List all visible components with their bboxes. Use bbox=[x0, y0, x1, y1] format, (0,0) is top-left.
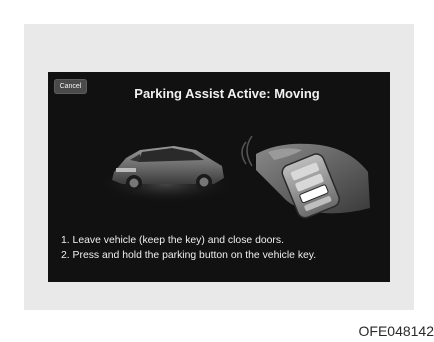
instruction-step-1: 1. Leave vehicle (keep the key) and clos… bbox=[61, 235, 284, 246]
screen-title: Parking Assist Active: Moving bbox=[134, 86, 320, 101]
signal-waves-icon bbox=[241, 135, 253, 167]
car-and-remote-key-illustration bbox=[96, 135, 370, 219]
instruction-list: 1. Leave vehicle (keep the key) and clos… bbox=[61, 234, 386, 263]
figure-code: OFE048142 bbox=[358, 323, 434, 339]
instruction-step-2: 2. Press and hold the parking button on … bbox=[61, 249, 317, 261]
parking-assist-screen: Cancel Parking Assist Active: Moving 1. … bbox=[48, 72, 390, 282]
